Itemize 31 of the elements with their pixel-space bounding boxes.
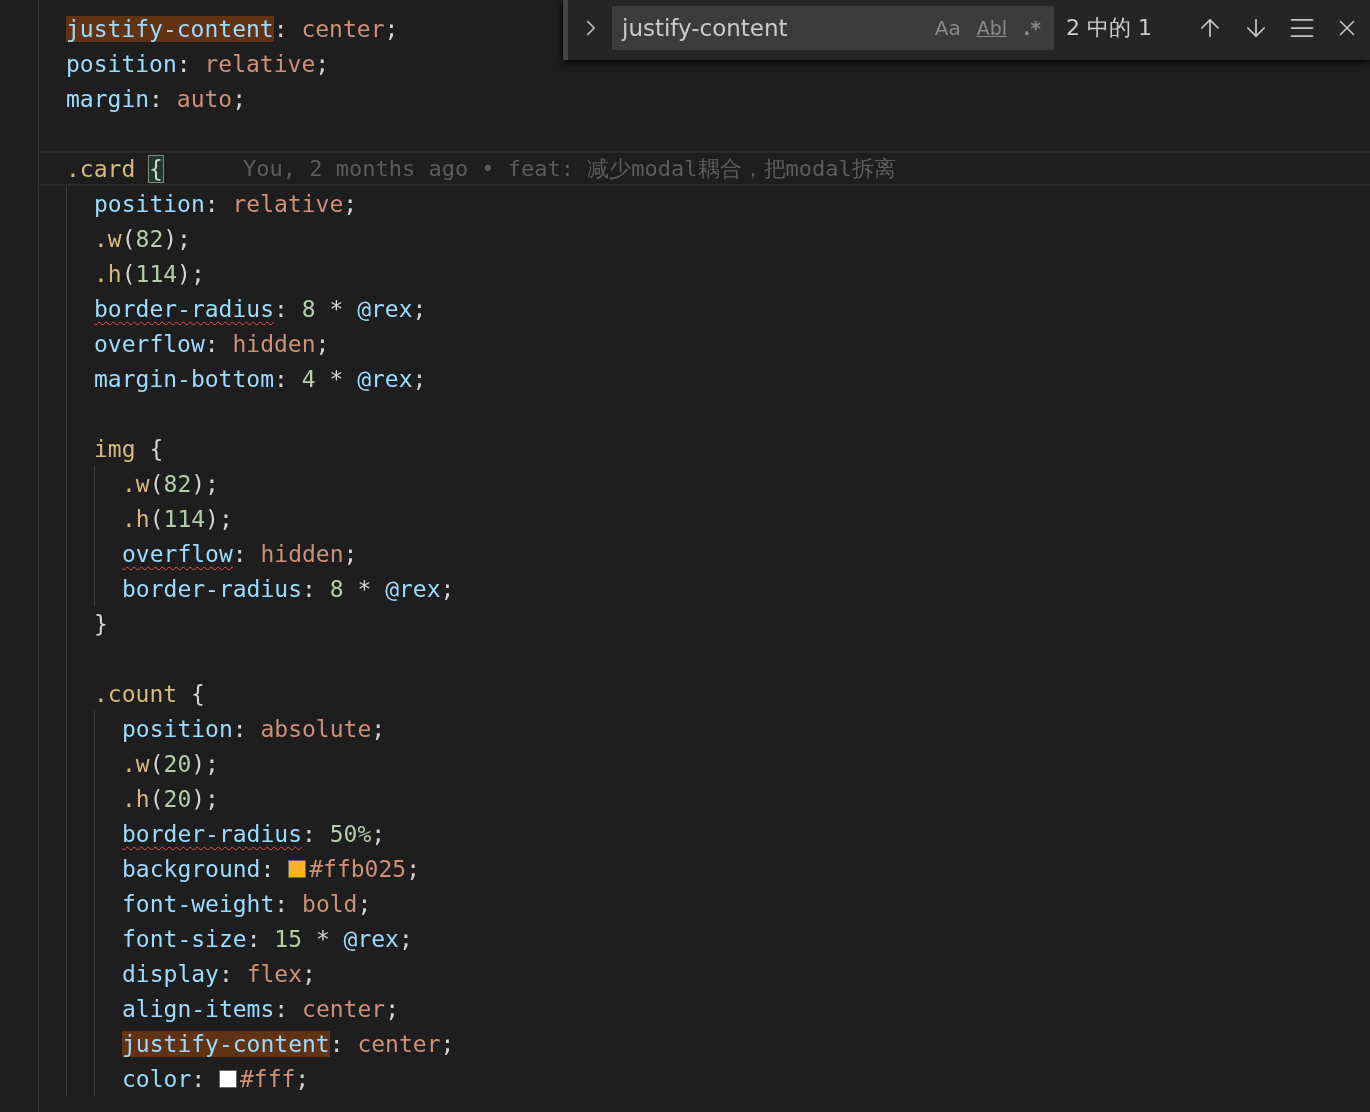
code-line: .card { You, 2 months ago • feat: 减少modal耦合，把modal拆离 [38, 151, 1370, 186]
code-line: font-weight: bold; [122, 889, 373, 919]
code-line: border-radius: 50%; [122, 819, 387, 849]
code-line: overflow: hidden; [122, 539, 359, 569]
search-option-toggle[interactable]: Aa [929, 15, 966, 41]
code-line: img { [94, 434, 165, 464]
code-line: margin: auto; [66, 84, 248, 114]
code-line: .h(20); [122, 784, 220, 814]
code-line: border-radius: 8 * @rex; [94, 294, 428, 324]
match-count: 2 中的 1 [1066, 14, 1154, 42]
code-line: color: #fff; [122, 1064, 311, 1094]
code-line: } [94, 609, 109, 639]
code-line: align-items: center; [122, 994, 400, 1024]
search-option-toggle[interactable]: .* [1018, 15, 1047, 41]
code-line: margin-bottom: 4 * @rex; [94, 364, 428, 394]
code-line: display: flex; [122, 959, 317, 989]
code-line: position: absolute; [122, 714, 387, 744]
code-line: .w(82); [94, 224, 192, 254]
code-line: position: relative; [94, 189, 359, 219]
code-line: .w(82); [122, 469, 220, 499]
code-line: border-radius: 8 * @rex; [122, 574, 456, 604]
code-line: .count { [94, 679, 206, 709]
code-line: background: #ffb025; [122, 854, 421, 884]
search-field[interactable]: justify-content Aa Abl .* [612, 6, 1055, 50]
code-line: .h(114); [94, 259, 206, 289]
code-line: overflow: hidden; [94, 329, 331, 359]
code-line: position: relative; [66, 49, 331, 79]
search-option-toggle[interactable]: Abl [971, 16, 1012, 40]
code-line: .w(20); [122, 749, 220, 779]
code-line: font-size: 15 * @rex; [122, 924, 414, 954]
code-line: .h(114); [122, 504, 234, 534]
